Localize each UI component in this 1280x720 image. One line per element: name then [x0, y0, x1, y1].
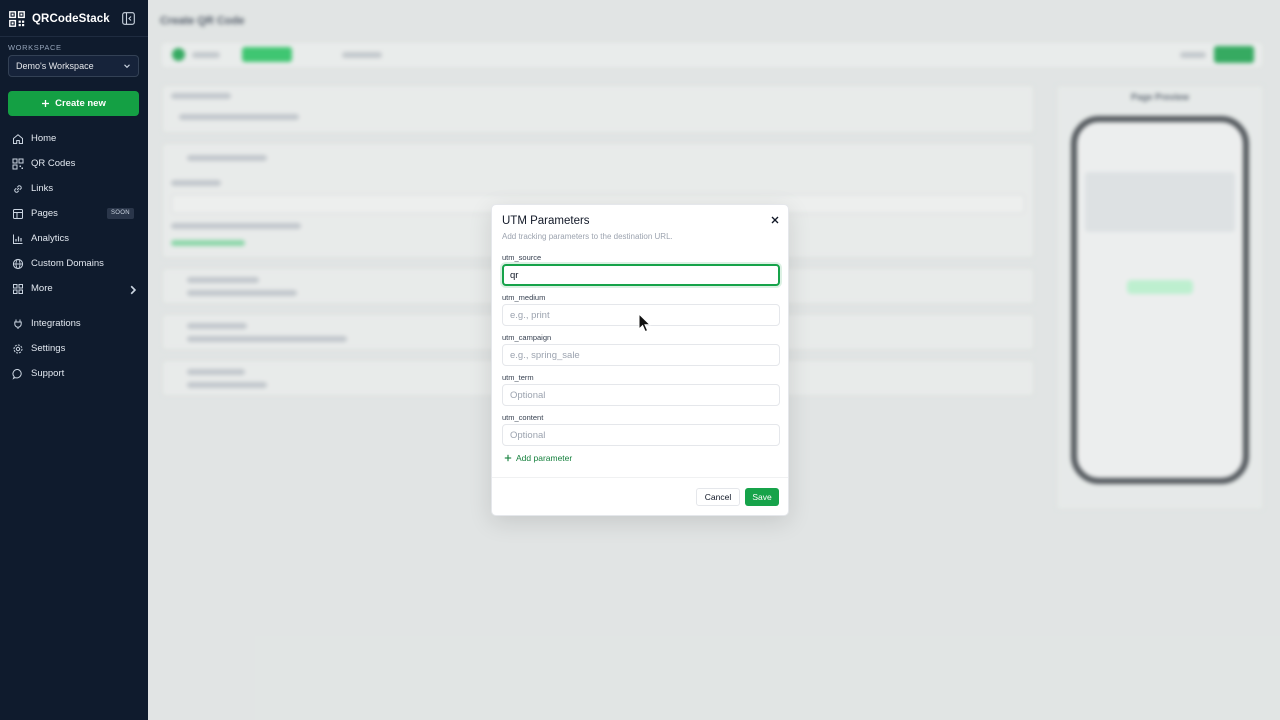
sidebar-item-more[interactable]: More: [0, 276, 148, 301]
qr-code-icon: [12, 158, 24, 169]
chevron-right-icon: [130, 285, 137, 295]
save-button[interactable]: Save: [745, 488, 779, 506]
sidebar-item-integrations[interactable]: Integrations: [0, 311, 148, 336]
sidebar-nav: Home QR Codes Links Pages SOON Analytics…: [0, 126, 148, 386]
cancel-button[interactable]: Cancel: [696, 488, 740, 506]
utm-medium-label: utm_medium: [502, 293, 546, 302]
modal-footer: Cancel Save: [492, 477, 788, 515]
utm-content-label: utm_content: [502, 413, 544, 422]
sidebar-item-support[interactable]: Support: [0, 361, 148, 386]
brand[interactable]: QRCodeStack: [9, 11, 110, 27]
sidebar-item-analytics[interactable]: Analytics: [0, 226, 148, 251]
utm-term-label: utm_term: [502, 373, 534, 382]
add-parameter-button[interactable]: Add parameter: [504, 453, 572, 463]
sidebar-item-settings[interactable]: Settings: [0, 336, 148, 361]
plug-icon: [14, 319, 22, 329]
link-icon: [14, 184, 22, 193]
workspace-name: Demo's Workspace: [16, 61, 94, 71]
home-icon: [13, 133, 23, 144]
app-name: QRCodeStack: [32, 13, 110, 25]
close-icon[interactable]: [770, 215, 780, 225]
globe-icon: [12, 258, 24, 269]
grid-icon: [13, 283, 23, 294]
sidebar-item-pages[interactable]: Pages SOON: [0, 201, 148, 226]
sidebar-item-qr-codes[interactable]: QR Codes: [0, 151, 148, 176]
plus-icon: [42, 100, 50, 107]
sidebar-item-label: Custom Domains: [31, 258, 104, 269]
sidebar-item-label: Pages: [31, 208, 58, 219]
workspace-label: WORKSPACE: [8, 43, 62, 52]
sidebar-item-label: Links: [31, 183, 54, 194]
create-new-button[interactable]: Create new: [8, 91, 139, 116]
qr-logo-icon: [9, 11, 25, 27]
sidebar-item-label: Home: [31, 133, 57, 144]
workspace-select[interactable]: Demo's Workspace: [8, 55, 139, 77]
create-new-label: Create new: [55, 98, 106, 109]
sidebar-item-links[interactable]: Links: [0, 176, 148, 201]
modal-subtitle: Add tracking parameters to the destinati…: [502, 232, 673, 241]
sidebar-item-label: Support: [31, 368, 65, 379]
utm-campaign-label: utm_campaign: [502, 333, 552, 342]
utm-term-input[interactable]: [502, 384, 780, 406]
utm-source-input[interactable]: [502, 264, 780, 286]
sidebar: QRCodeStack WORKSPACE Demo's Workspace C…: [0, 0, 148, 720]
utm-source-label: utm_source: [502, 253, 542, 262]
utm-parameters-modal: UTM Parameters Add tracking parameters t…: [491, 204, 789, 516]
sidebar-item-label: QR Codes: [31, 158, 76, 169]
add-parameter-label: Add parameter: [516, 453, 573, 463]
divider: [0, 36, 148, 37]
sidebar-item-home[interactable]: Home: [0, 126, 148, 151]
analytics-icon: [13, 234, 23, 244]
utm-content-input[interactable]: [502, 424, 780, 446]
soon-badge: SOON: [107, 208, 134, 219]
chevron-down-icon: [124, 64, 130, 69]
sidebar-collapse-icon[interactable]: [122, 12, 135, 25]
sidebar-item-label: More: [31, 283, 53, 294]
sidebar-item-label: Analytics: [31, 233, 70, 244]
modal-title: UTM Parameters: [502, 215, 590, 227]
gear-icon: [13, 344, 23, 353]
sidebar-item-label: Integrations: [31, 318, 81, 329]
pages-icon: [13, 208, 23, 219]
sidebar-item-label: Settings: [31, 343, 66, 354]
mouse-cursor-icon: [638, 313, 652, 333]
chat-icon: [12, 368, 22, 380]
sidebar-item-custom-domains[interactable]: Custom Domains: [0, 251, 148, 276]
plus-icon: [504, 454, 512, 462]
utm-campaign-input[interactable]: [502, 344, 780, 366]
